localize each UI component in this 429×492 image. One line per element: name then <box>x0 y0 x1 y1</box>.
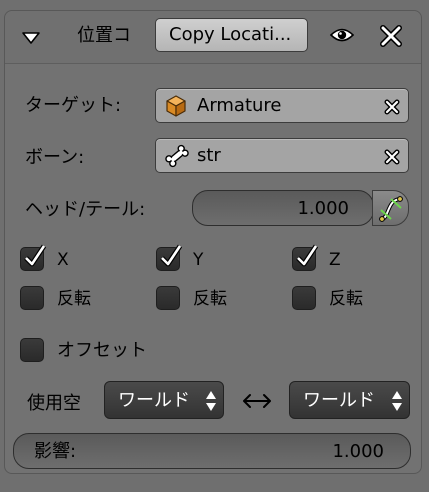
bone-label: ボーン: <box>25 147 85 168</box>
copy-location-button[interactable]: Copy Locati... <box>155 18 308 52</box>
panel-header: 位置コ Copy Locati... <box>5 11 421 64</box>
owner-space-dropdown[interactable]: ワールド <box>104 381 224 419</box>
clear-bone-icon[interactable] <box>384 149 400 169</box>
bone-icon <box>164 144 190 172</box>
use-bbone-button[interactable] <box>372 190 409 226</box>
chevron-updown-icon <box>391 389 403 417</box>
owner-space-value: ワールド <box>118 390 190 411</box>
invert-z-checkbox[interactable] <box>292 286 316 310</box>
invert-x-label: 反転 <box>57 289 91 309</box>
cube-icon <box>164 94 188 122</box>
invert-z-label: 反転 <box>329 289 363 309</box>
head-tail-label: ヘッド/テール: <box>25 199 146 220</box>
offset-checkbox[interactable] <box>20 338 44 362</box>
constraint-panel: 位置コ Copy Locati... ターゲット: Armature ボーン: … <box>4 10 422 474</box>
target-space-dropdown[interactable]: ワールド <box>289 381 410 419</box>
triangle-down-icon[interactable] <box>21 30 41 49</box>
z-label: Z <box>329 250 341 270</box>
invert-x-checkbox[interactable] <box>20 286 44 310</box>
space-label: 使用空 <box>27 393 81 414</box>
invert-y-label: 反転 <box>193 289 227 309</box>
target-space-value: ワールド <box>303 390 375 411</box>
constraint-name[interactable]: 位置コ <box>77 27 131 45</box>
x-checkbox[interactable] <box>20 244 47 271</box>
bone-value: str <box>197 145 221 166</box>
copy-location-label: Copy Locati... <box>169 24 292 45</box>
target-field[interactable]: Armature <box>155 88 409 123</box>
eye-icon[interactable] <box>329 25 355 49</box>
clear-target-icon[interactable] <box>384 99 400 119</box>
head-tail-value: 1.000 <box>297 198 349 219</box>
curve-icon <box>379 196 403 226</box>
chevron-updown-icon <box>205 389 217 417</box>
close-icon[interactable] <box>379 24 403 52</box>
influence-label: 影響: <box>34 441 77 462</box>
x-label: X <box>57 250 69 270</box>
double-arrow-icon <box>242 392 272 414</box>
z-checkbox[interactable] <box>292 244 319 271</box>
invert-y-checkbox[interactable] <box>156 286 180 310</box>
y-checkbox[interactable] <box>156 244 183 271</box>
head-tail-slider[interactable]: 1.000 <box>192 190 374 226</box>
y-label: Y <box>193 250 204 270</box>
target-value: Armature <box>197 95 282 116</box>
influence-value: 1.000 <box>332 441 384 462</box>
offset-label: オフセット <box>57 340 147 361</box>
bone-field[interactable]: str <box>155 138 409 173</box>
target-label: ターゲット: <box>25 95 122 116</box>
influence-slider[interactable]: 影響: 1.000 <box>13 433 411 469</box>
